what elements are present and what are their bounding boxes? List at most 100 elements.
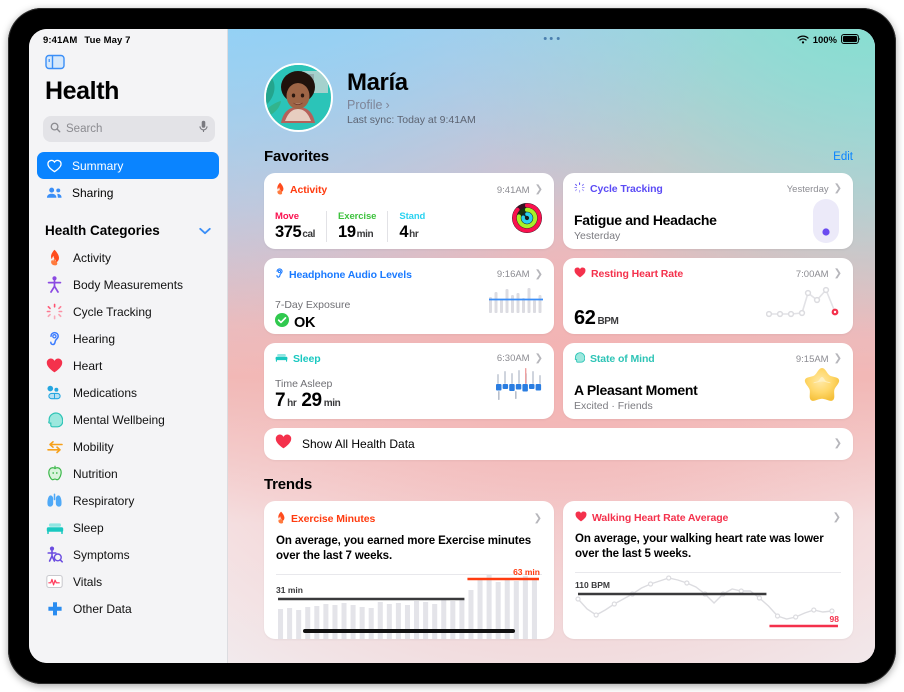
sidebar-item-medications[interactable]: Medications [29, 379, 227, 406]
chevron-down-icon[interactable] [199, 223, 211, 238]
heart-filled-icon [575, 511, 587, 525]
card-category: Cycle Tracking [574, 182, 663, 196]
sidebar-item-heart[interactable]: Heart [29, 352, 227, 379]
walking-heart-rate-chart: 110 BPM 98 [575, 573, 841, 639]
sidebar-group-health-categories[interactable]: Health Categories [29, 216, 227, 244]
card-header: Cycle Tracking Yesterday ❯ [574, 182, 842, 196]
avatar[interactable] [264, 63, 333, 132]
card-timestamp: 7:00AM [795, 268, 829, 280]
card-category: Sleep [275, 352, 321, 365]
sidebar-item-label: Respiratory [73, 493, 135, 508]
status-time: 9:41AM [43, 35, 78, 46]
chevron-right-icon: ❯ [833, 268, 842, 279]
sidebar-item-mobility[interactable]: Mobility [29, 433, 227, 460]
sidebar-item-vitals[interactable]: Vitals [29, 568, 227, 595]
search-input[interactable]: Search [43, 116, 215, 142]
sidebar-item-other-data[interactable]: Other Data [29, 595, 227, 622]
trend-card-walking-heart-rate-average[interactable]: Walking Heart Rate Average ❯ On average,… [563, 501, 853, 639]
status-bar-left: 9:41AM Tue May 7 [29, 29, 227, 46]
card-timestamp: 9:15AM [795, 353, 829, 365]
sidebar-item-label: Vitals [73, 574, 103, 589]
trends-header: Trends [246, 476, 857, 493]
sleep-hours: 7 [275, 390, 286, 411]
card-meta: Yesterday ❯ [787, 184, 842, 195]
card-category-label: Sleep [293, 352, 321, 365]
status-date: Tue May 7 [84, 35, 131, 46]
scroll-area: María Profile › Last sync: Today at 9:41… [228, 29, 875, 663]
trend-card-exercise-minutes[interactable]: Exercise Minutes ❯ On average, you earne… [264, 501, 554, 639]
lungs-icon [45, 491, 64, 510]
chevron-right-icon: ❯ [534, 184, 543, 195]
cycle-dots-icon [574, 182, 585, 196]
trend-description: On average, you earned more Exercise min… [276, 535, 532, 563]
value-number: 62 [574, 307, 596, 329]
card-title: Fatigue and Headache [574, 212, 717, 228]
sidebar-item-sharing[interactable]: Sharing [37, 179, 219, 206]
card-subtitle: Yesterday [574, 230, 621, 242]
metric-value: 375cal [275, 223, 316, 241]
sidebar-item-mental-wellbeing[interactable]: Mental Wellbeing [29, 406, 227, 433]
chevron-right-icon: › [385, 98, 390, 112]
show-all-health-data-row[interactable]: Show All Health Data ❯ [264, 428, 853, 460]
favorite-card-cycle-tracking[interactable]: Cycle Tracking Yesterday ❯ Fatigue and H… [563, 173, 853, 249]
microphone-icon[interactable] [199, 120, 208, 138]
sidebar-group-label: Health Categories [45, 222, 160, 238]
sidebar-item-label: Medications [73, 385, 138, 400]
exposure-status-text: OK [294, 314, 316, 331]
pills-icon [45, 383, 64, 402]
card-meta: 6:30AM ❯ [497, 353, 543, 364]
hr-sparkline [765, 281, 842, 326]
card-category-label: Resting Heart Rate [591, 268, 684, 280]
sleep-minutes-unit: min [323, 398, 341, 409]
favorite-card-state-of-mind[interactable]: State of Mind 9:15AM ❯ A Pleasant Moment… [563, 343, 853, 419]
sidebar-toggle-icon[interactable] [45, 54, 65, 70]
sidebar-item-label: Sleep [73, 520, 104, 535]
sidebar-item-summary[interactable]: Summary [37, 152, 219, 179]
ear-icon [275, 267, 284, 282]
flame-icon [45, 248, 64, 267]
body-figure-icon [45, 275, 64, 294]
sidebar-item-label: Mobility [73, 439, 114, 454]
main-content: 100% María Profile › Last sync: Today at… [228, 29, 875, 663]
card-category-label: State of Mind [590, 353, 655, 365]
metric-label: Exercise [338, 211, 377, 222]
sidebar-item-hearing[interactable]: Hearing [29, 325, 227, 352]
show-all-label: Show All Health Data [302, 437, 415, 451]
sleep-hours-unit: hr [287, 398, 297, 409]
card-category-label: Cycle Tracking [590, 183, 663, 195]
page-title: Health [45, 77, 120, 105]
favorite-card-headphone-audio-levels[interactable]: Headphone Audio Levels 9:16AM ❯ 7-Day Ex… [264, 258, 554, 334]
activity-metrics: Move 375cal Exercise 19min Stand 4hr [275, 211, 543, 242]
favorite-card-sleep[interactable]: Sleep 6:30AM ❯ Time Asleep 7 hr 29 min [264, 343, 554, 419]
sidebar-item-body-measurements[interactable]: Body Measurements [29, 271, 227, 298]
favorite-card-resting-heart-rate[interactable]: Resting Heart Rate 7:00AM ❯ 62 BPM [563, 258, 853, 334]
heart-filled-icon [275, 434, 292, 454]
favorite-card-activity[interactable]: Activity 9:41AM ❯ Move 375cal Exercise 1… [264, 173, 554, 249]
plus-cross-icon [45, 599, 64, 618]
sleep-bars [495, 368, 543, 407]
card-category: Headphone Audio Levels [275, 267, 412, 282]
sidebar-item-symptoms[interactable]: Symptoms [29, 541, 227, 568]
card-header: Sleep 6:30AM ❯ [275, 352, 543, 365]
card-header: State of Mind 9:15AM ❯ [574, 352, 842, 366]
sidebar-item-cycle-tracking[interactable]: Cycle Tracking [29, 298, 227, 325]
card-header: Activity 9:41AM ❯ [275, 182, 543, 198]
profile-link[interactable]: Profile › [347, 98, 476, 112]
chevron-right-icon: ❯ [832, 512, 841, 523]
card-meta: 9:15AM ❯ [796, 354, 842, 365]
check-circle-icon [275, 313, 289, 332]
sidebar-item-sleep[interactable]: Sleep [29, 514, 227, 541]
card-timestamp: Yesterday [786, 183, 829, 195]
last-sync-text: Last sync: Today at 9:41AM [347, 114, 476, 126]
sidebar-item-label: Sharing [72, 185, 114, 200]
favorites-title: Favorites [264, 148, 329, 165]
edit-button[interactable]: Edit [833, 151, 853, 163]
head-icon [574, 352, 586, 366]
sidebar: 9:41AM Tue May 7 Health Search Summary S… [29, 29, 228, 663]
sidebar-item-activity[interactable]: Activity [29, 244, 227, 271]
card-category: Exercise Minutes [276, 511, 375, 527]
card-category: State of Mind [574, 352, 655, 366]
sidebar-item-respiratory[interactable]: Respiratory [29, 487, 227, 514]
sidebar-item-nutrition[interactable]: Nutrition [29, 460, 227, 487]
sidebar-item-label: Cycle Tracking [73, 304, 152, 319]
